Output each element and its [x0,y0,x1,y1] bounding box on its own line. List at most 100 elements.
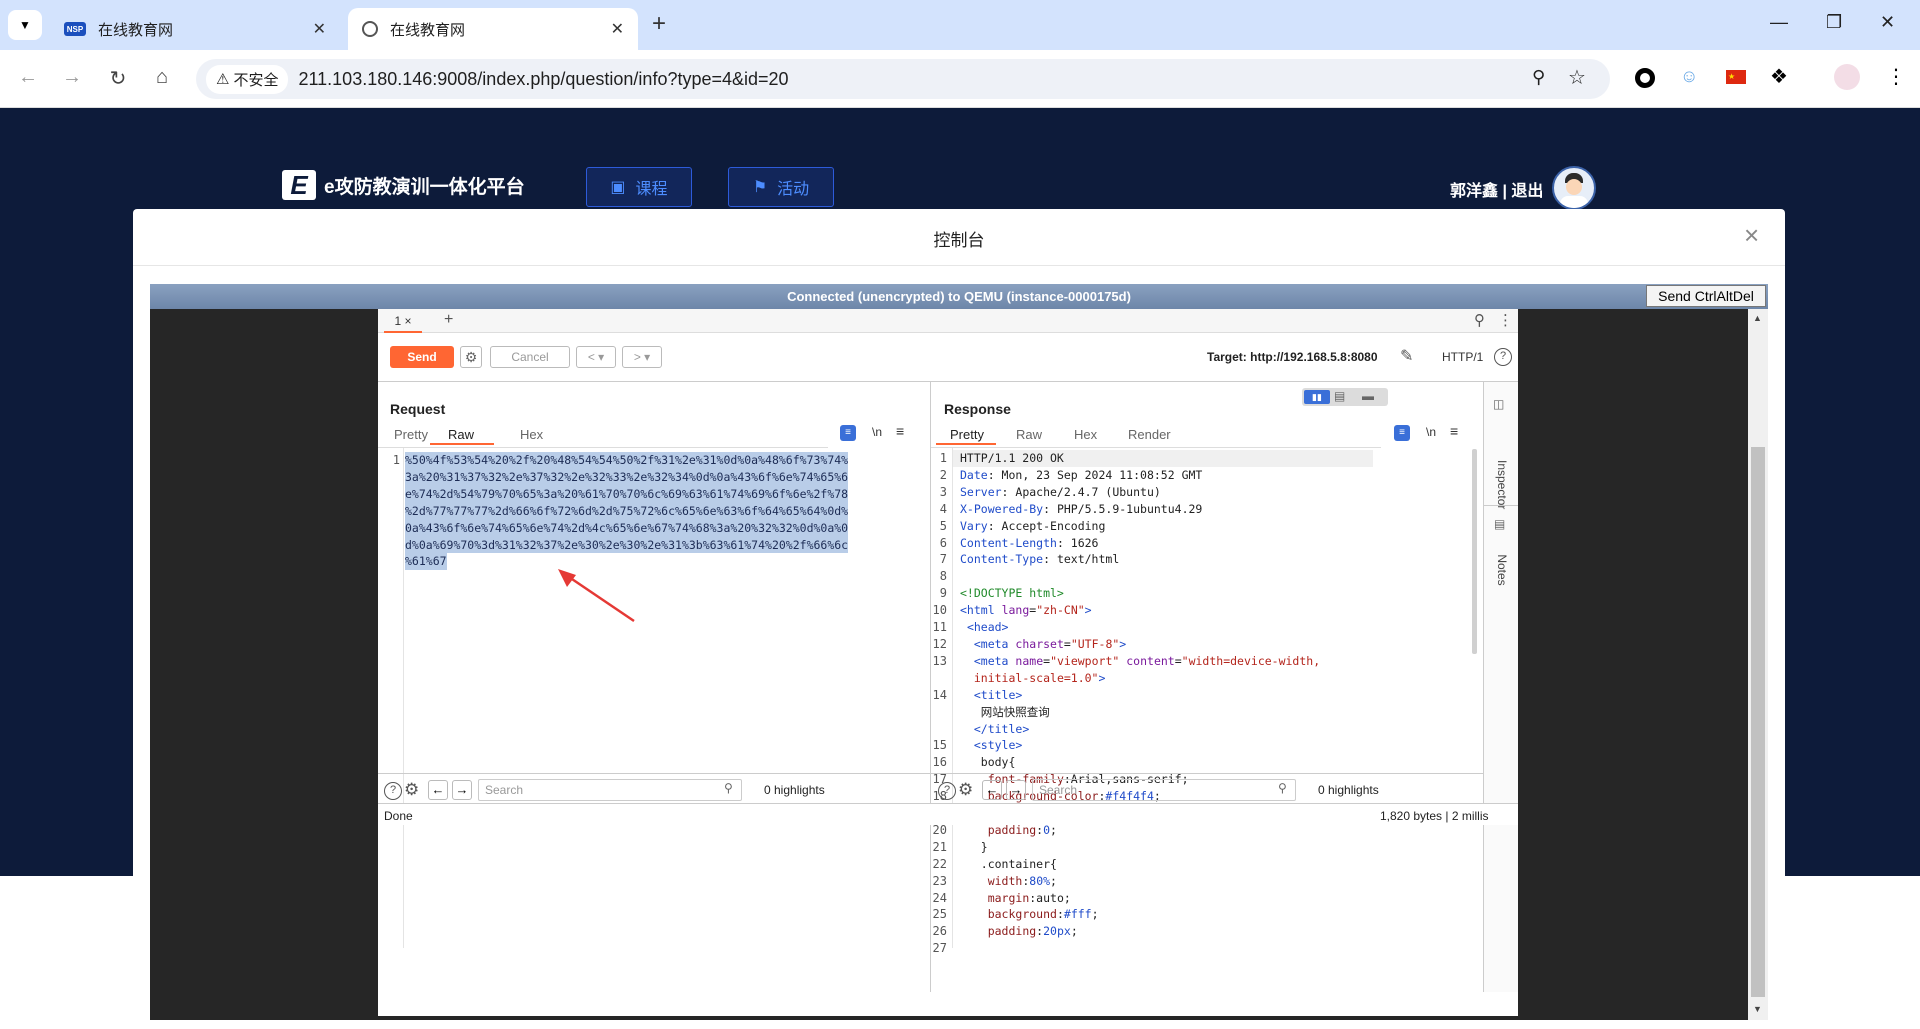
forward-icon[interactable]: → [60,66,84,89]
request-tab-pretty[interactable]: Pretty [394,427,428,442]
inspector-side-tab[interactable]: Inspector [1495,460,1509,509]
cancel-button[interactable]: Cancel [490,346,570,368]
request-raw-line[interactable]: %61%67 [405,553,447,571]
close-tab-icon[interactable]: ✕ [611,19,624,39]
more-options-icon[interactable]: ⋮ [1498,311,1513,329]
edit-target-icon[interactable]: ✎ [1400,346,1413,366]
response-tab-render[interactable]: Render [1128,427,1171,442]
active-tab-underline [936,443,996,445]
brand-logo-icon: E [282,170,316,200]
search-prev-icon[interactable]: ← [428,780,448,800]
response-editor[interactable]: HTTP/1.1 200 OK Date: Mon, 23 Sep 2024 1… [960,450,1470,942]
help-icon[interactable]: ? [384,782,402,800]
response-search-input[interactable]: Search [1032,779,1296,801]
address-bar[interactable]: ⚠ 不安全 211.103.180.146:9008/index.php/ques… [196,59,1610,99]
back-icon[interactable]: ← [16,66,40,89]
protocol-label[interactable]: HTTP/1 [1442,350,1483,364]
user-logout-link[interactable]: 郭洋鑫 | 退出 [1450,177,1543,201]
response-menu-icon[interactable]: ≡ [1450,423,1458,439]
burp-repeater-window: 1 × + ⚲ ⋮ Send ⚙ Cancel < ▾ > ▾ Target: … [378,309,1518,1016]
settings-gear-icon[interactable]: ⚙ [404,780,419,800]
request-raw-line[interactable]: d%0a%69%70%3d%31%32%37%2e%30%2e%30%2e%31… [405,536,849,554]
nav-label: 课程 [635,181,668,198]
wrap-lines-icon[interactable]: ≡ [1394,425,1410,441]
home-icon[interactable]: ⌂ [150,66,174,89]
notes-side-tab[interactable]: Notes [1495,552,1509,588]
send-button[interactable]: Send [390,346,454,368]
nav-activities-button[interactable]: ⚑ 活动 [728,167,834,207]
request-raw-line[interactable]: 0a%43%6f%6e%74%65%6e%74%2d%4c%65%6e%67%7… [405,519,849,537]
search-prev-icon[interactable]: ← [982,780,1002,800]
response-tab-hex[interactable]: Hex [1074,427,1097,442]
search-next-icon[interactable]: → [1006,780,1026,800]
request-search-input[interactable]: Search [478,779,742,801]
close-tab-icon[interactable]: ✕ [313,19,326,39]
status-left: Done [384,809,413,823]
flag-icon: ⚑ [752,179,768,196]
search-icon: ⚲ [1278,781,1287,795]
history-back-button[interactable]: < ▾ [576,346,616,368]
new-tab-button[interactable]: + [652,10,666,38]
help-icon[interactable]: ? [938,782,956,800]
request-raw-line[interactable]: 3a%20%31%37%32%2e%37%32%2e%32%33%2e%32%3… [405,468,849,486]
browser-tab-1[interactable]: NSP 在线教育网 ✕ [50,8,340,50]
vnc-scrollbar-thumb[interactable] [1751,447,1765,997]
request-raw-line[interactable]: %2d%77%77%77%2d%66%6f%72%6d%2d%75%72%6c%… [405,502,849,520]
help-icon[interactable]: ? [1494,348,1512,366]
security-chip[interactable]: ⚠ 不安全 [206,64,289,94]
layout-horizontal-icon[interactable]: ▤ [1334,389,1345,403]
nav-courses-button[interactable]: ▣ 课程 [586,167,692,207]
window-close-icon[interactable]: ✕ [1880,12,1895,33]
profile-avatar-icon[interactable] [1834,64,1860,90]
history-forward-button[interactable]: > ▾ [622,346,662,368]
status-right: 1,820 bytes | 2 millis [1380,809,1489,823]
request-raw-line[interactable]: %50%4f%53%54%20%2f%20%48%54%54%50%2f%31%… [405,452,849,469]
extension-bot-icon[interactable]: ☺ [1680,66,1698,87]
response-tab-pretty[interactable]: Pretty [950,427,984,442]
tab-search-button[interactable]: ▼ [8,10,42,40]
notes-icon[interactable]: ▤ [1494,517,1505,531]
wrap-lines-icon[interactable]: ≡ [840,425,856,441]
settings-gear-icon[interactable]: ⚙ [460,346,482,368]
request-tab-raw[interactable]: Raw [448,427,474,442]
extensions-puzzle-icon[interactable]: ❖ [1770,64,1788,89]
browser-tab-2[interactable]: 在线教育网 ✕ [348,8,638,50]
zoom-icon[interactable]: ⚲ [1532,67,1545,88]
annotation-arrow [558,569,635,623]
search-icon[interactable]: ⚲ [1474,311,1485,329]
scroll-down-icon[interactable]: ▼ [1753,1004,1762,1014]
extension-circle-icon[interactable] [1635,68,1655,88]
request-menu-icon[interactable]: ≡ [896,423,904,439]
minimize-icon[interactable]: — [1770,12,1788,33]
scroll-up-icon[interactable]: ▲ [1753,313,1762,323]
modal-divider [133,265,1785,266]
menu-dots-icon[interactable]: ⋮ [1886,64,1906,89]
send-ctrl-alt-del-button[interactable]: Send CtrlAltDel [1646,285,1766,307]
layout-split-icon[interactable]: ▮▮ [1304,390,1330,404]
response-tab-raw[interactable]: Raw [1016,427,1042,442]
user-avatar[interactable] [1552,166,1596,210]
repeater-tab-1[interactable]: 1 × [384,312,422,333]
layout-single-icon[interactable]: ▬ [1362,389,1374,403]
modal-close-icon[interactable]: × [1744,220,1759,251]
response-highlights-count: 0 highlights [1318,783,1379,797]
globe-icon [362,21,378,37]
request-raw-line[interactable]: e%74%2d%54%79%70%65%3a%20%61%70%70%6c%69… [405,485,849,503]
bookmark-star-icon[interactable]: ☆ [1568,65,1586,90]
request-tab-hex[interactable]: Hex [520,427,543,442]
newline-toggle-icon[interactable]: \n [872,425,882,439]
response-scrollbar[interactable] [1472,449,1477,654]
inspector-icon[interactable]: ◫ [1493,397,1504,411]
site-brand[interactable]: E e攻防教演训一体化平台 [282,170,525,200]
url-text[interactable]: 211.103.180.146:9008/index.php/question/… [298,69,788,90]
request-editor[interactable]: %50%4f%53%54%20%2f%20%48%54%54%50%2f%31%… [405,452,849,571]
tab-title: 在线教育网 [98,21,174,39]
newline-toggle-icon[interactable]: \n [1426,425,1436,439]
add-tab-button[interactable]: + [444,311,453,329]
settings-gear-icon[interactable]: ⚙ [958,780,973,800]
restore-icon[interactable]: ❐ [1826,12,1842,33]
search-next-icon[interactable]: → [452,780,472,800]
reload-icon[interactable]: ↻ [106,66,130,91]
china-flag-icon[interactable]: ★ [1726,70,1746,84]
nsp-favicon-icon: NSP [64,22,86,36]
